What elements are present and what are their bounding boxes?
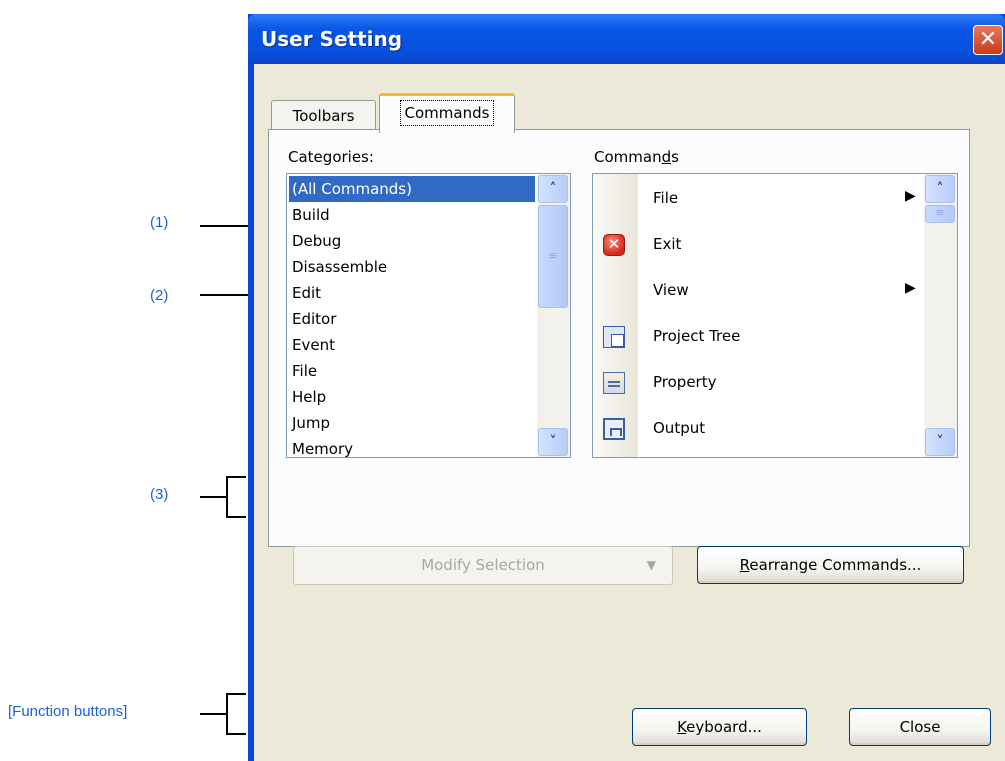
close-window-button[interactable]: ✕ [973, 25, 1003, 55]
close-label: Close [899, 718, 941, 736]
annotation-1-label: (1) [150, 214, 169, 231]
tab-toolbars-label: Toolbars [292, 107, 355, 125]
tab-commands[interactable]: Commands [379, 93, 515, 133]
command-label: Output [653, 419, 706, 437]
commands-scrollbar[interactable]: ˄ ≡ ˅ [924, 174, 957, 457]
command-label: File [653, 189, 679, 207]
category-item[interactable]: Disassemble [289, 254, 387, 280]
keyboard-button[interactable]: Keyboard... [632, 708, 807, 746]
command-label: Exit [653, 235, 682, 253]
chevron-up-icon: ˄ [936, 181, 944, 197]
commands-label: Commands [594, 148, 679, 166]
annotation-3-bracket [226, 476, 246, 518]
command-label: Project Tree [653, 327, 741, 345]
annotation-function-buttons-bracket [226, 693, 246, 735]
dropdown-arrow-icon: ▼ [646, 558, 656, 572]
categories-label: Categories: [288, 148, 374, 166]
category-item[interactable]: Memory [289, 436, 353, 457]
commands-tab-panel: Categories: ˄ ≡ ˅ (All Commands) Build Deb… [268, 129, 970, 585]
close-icon: ✕ [978, 27, 998, 52]
annotation-function-buttons-label: [Function buttons] [8, 703, 128, 720]
dialog-client-area: Toolbars Commands Categories: ˄ ≡ ˅ (All… [254, 64, 1005, 761]
tab-toolbars[interactable]: Toolbars [271, 100, 376, 132]
command-item[interactable]: View ▶ [593, 268, 923, 314]
scroll-down-button[interactable]: ˅ [925, 428, 955, 456]
modify-selection-button: Modify Selection ▼ [293, 546, 673, 585]
commands-listbox[interactable]: File ▶ ✕ Exit View ▶ Project Tree Property Outpu… [592, 173, 958, 458]
categories-listbox[interactable]: ˄ ≡ ˅ (All Commands) Build Debug Disassembl… [286, 173, 571, 458]
scroll-up-button[interactable]: ˄ [538, 175, 568, 203]
property-icon [603, 372, 625, 394]
annotation-2-label: (2) [150, 287, 169, 304]
chevron-up-icon: ˄ [549, 181, 557, 197]
user-setting-dialog: User Setting ✕ Toolbars Commands Categor… [248, 14, 1005, 761]
categories-scrollbar[interactable]: ˄ ≡ ˅ [537, 174, 570, 457]
submenu-arrow-icon: ▶ [905, 188, 916, 204]
scroll-up-button[interactable]: ˄ [925, 175, 955, 203]
category-item[interactable]: Debug [289, 228, 341, 254]
modify-selection-label: Modify Selection [421, 556, 545, 574]
command-item[interactable]: Project Tree [593, 314, 923, 360]
chevron-down-icon: ˅ [936, 434, 944, 450]
submenu-arrow-icon: ▶ [905, 280, 916, 296]
keyboard-label: eyboard... [686, 718, 762, 736]
rearrange-commands-button[interactable]: Rearrange Commands... [697, 546, 964, 584]
annotation-3-label: (3) [150, 486, 169, 503]
command-item[interactable]: Output [593, 406, 923, 452]
project-tree-icon [603, 326, 625, 348]
output-icon [603, 418, 625, 440]
command-label: View [653, 281, 689, 299]
category-item[interactable]: (All Commands) [289, 176, 535, 202]
keyboard-mnemonic: K [677, 718, 687, 736]
exit-icon: ✕ [603, 234, 625, 256]
scroll-thumb[interactable]: ≡ [538, 205, 568, 308]
category-item[interactable]: Event [289, 332, 335, 358]
close-button[interactable]: Close [849, 708, 991, 746]
chevron-down-icon: ˅ [549, 434, 557, 450]
category-item[interactable]: Edit [289, 280, 321, 306]
category-item[interactable]: File [289, 358, 317, 384]
command-label: Property [653, 373, 717, 391]
command-item[interactable]: ✕ Exit [593, 222, 923, 268]
rearrange-label: earrange Commands... [749, 556, 922, 574]
command-item[interactable]: File ▶ [593, 176, 923, 222]
category-item[interactable]: Build [289, 202, 330, 228]
category-item[interactable]: Jump [289, 410, 330, 436]
tab-commands-label: Commands [399, 100, 495, 126]
rearrange-mnemonic: R [739, 556, 750, 574]
scroll-down-button[interactable]: ˅ [538, 428, 568, 456]
command-item[interactable]: Property [593, 360, 923, 406]
category-item[interactable]: Help [289, 384, 326, 410]
window-title: User Setting [261, 27, 403, 51]
category-item[interactable]: Editor [289, 306, 336, 332]
annotation-3-line [200, 496, 226, 498]
scroll-thumb[interactable]: ≡ [925, 205, 955, 223]
annotation-function-buttons-line [200, 713, 226, 715]
title-bar[interactable]: User Setting ✕ [248, 14, 1005, 64]
